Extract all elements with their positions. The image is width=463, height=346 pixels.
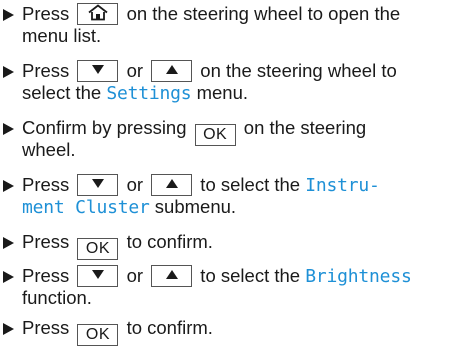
- up-arrow-key: [151, 60, 193, 82]
- step-text: Press: [22, 317, 75, 338]
- step-line: menu list.: [22, 25, 102, 46]
- down-arrow-key: [77, 265, 119, 287]
- up-arrow-key: [151, 174, 193, 196]
- bullet-triangle-icon: [3, 237, 14, 249]
- step-line: Press or on the steering wheel to: [22, 60, 397, 82]
- step-line: Press OK to confirm.: [22, 231, 213, 260]
- ok-key: OK: [194, 124, 236, 146]
- up-arrow-icon: [165, 65, 178, 74]
- step-line: Press on the steering wheel to open the: [22, 3, 400, 25]
- step-line: function.: [22, 287, 92, 308]
- down-arrow-icon: [91, 65, 104, 74]
- bullet-triangle-icon: [3, 9, 14, 21]
- step-text: to confirm.: [121, 231, 213, 252]
- menu-name-highlight: Instru-: [305, 175, 380, 196]
- bullet-triangle-icon: [3, 66, 14, 78]
- step-text: or: [121, 174, 149, 195]
- menu-name-highlight: ment Cluster: [22, 197, 150, 218]
- up-arrow-icon: [165, 270, 178, 279]
- step-line: Press or to select the Brightness: [22, 265, 412, 288]
- step-text: or: [121, 60, 149, 81]
- down-arrow-icon: [91, 179, 104, 188]
- bullet-triangle-icon: [3, 180, 14, 192]
- step-text: or: [121, 265, 149, 286]
- step-text: on the steering wheel to: [195, 60, 397, 81]
- step-text: Press: [22, 265, 75, 286]
- home-button-key: [77, 3, 119, 25]
- bullet-triangle-icon: [3, 271, 14, 283]
- bullet-triangle-icon: [3, 123, 14, 135]
- step-line: wheel.: [22, 139, 76, 160]
- step-text: to confirm.: [121, 317, 213, 338]
- menu-name-highlight: Settings: [106, 83, 192, 104]
- ok-key: OK: [77, 238, 119, 260]
- bullet-triangle-icon: [3, 323, 14, 335]
- up-arrow-key: [151, 265, 193, 287]
- step-line: Press or to select the Instru-: [22, 174, 380, 197]
- down-arrow-key: [77, 174, 119, 196]
- up-arrow-icon: [165, 179, 178, 188]
- function-name-highlight: Brightness: [305, 266, 412, 287]
- step-text: on the steering wheel to open the: [121, 3, 401, 24]
- down-arrow-key: [77, 60, 119, 82]
- step-text: menu.: [191, 82, 248, 103]
- step-text: Confirm by pressing: [22, 117, 192, 138]
- ok-key: OK: [77, 324, 119, 346]
- step-line: select the Settings menu.: [22, 82, 248, 105]
- down-arrow-icon: [91, 270, 104, 279]
- step-text: Press: [22, 174, 75, 195]
- step-line: ment Cluster submenu.: [22, 196, 236, 219]
- step-text: Press: [22, 231, 75, 252]
- step-text: select the: [22, 82, 107, 103]
- step-text: submenu.: [149, 196, 237, 217]
- step-text: Press: [22, 60, 75, 81]
- step-text: Press: [22, 3, 75, 24]
- step-text: to select the: [195, 265, 306, 286]
- step-text: on the steering: [238, 117, 367, 138]
- home-icon: [88, 4, 108, 21]
- step-text: to select the: [195, 174, 306, 195]
